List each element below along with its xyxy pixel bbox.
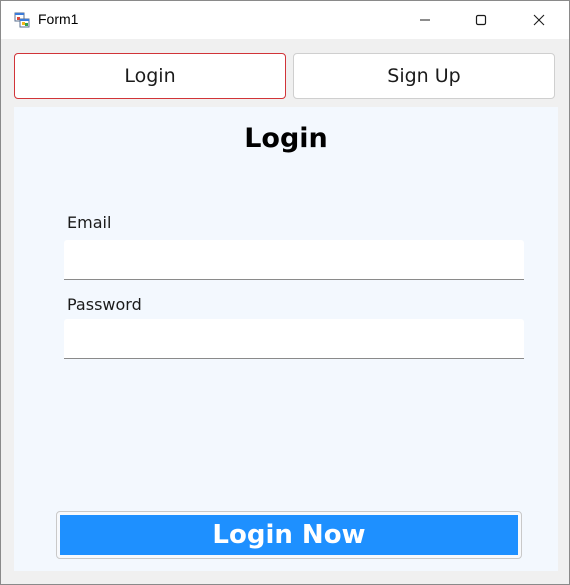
login-heading: Login xyxy=(244,123,328,154)
winforms-app-icon xyxy=(14,12,30,28)
minimize-button[interactable] xyxy=(397,1,453,39)
tab-sign-up-label: Sign Up xyxy=(387,65,461,87)
password-label: Password xyxy=(67,295,142,314)
tab-login-label: Login xyxy=(124,65,176,87)
form-client-area: Login Sign Up Login Email Password Login… xyxy=(1,39,569,584)
email-field[interactable] xyxy=(64,240,524,280)
tab-login[interactable]: Login xyxy=(14,53,286,99)
email-label: Email xyxy=(67,213,112,232)
title-bar[interactable]: Form1 xyxy=(1,1,569,39)
app-window: Form1 Login Sign Up Login Email Password… xyxy=(0,0,570,585)
tab-sign-up[interactable]: Sign Up xyxy=(293,53,555,99)
login-panel: Login Email Password Login Now xyxy=(14,107,558,571)
password-field[interactable] xyxy=(64,319,524,359)
maximize-button[interactable] xyxy=(453,1,509,39)
login-now-button[interactable]: Login Now xyxy=(60,515,518,555)
login-now-label: Login Now xyxy=(212,520,366,550)
window-title: Form1 xyxy=(38,11,79,27)
close-icon xyxy=(533,14,545,26)
maximize-icon xyxy=(475,14,487,26)
login-now-button-frame: Login Now xyxy=(56,511,522,559)
minimize-icon xyxy=(420,19,430,21)
close-button[interactable] xyxy=(511,1,567,39)
